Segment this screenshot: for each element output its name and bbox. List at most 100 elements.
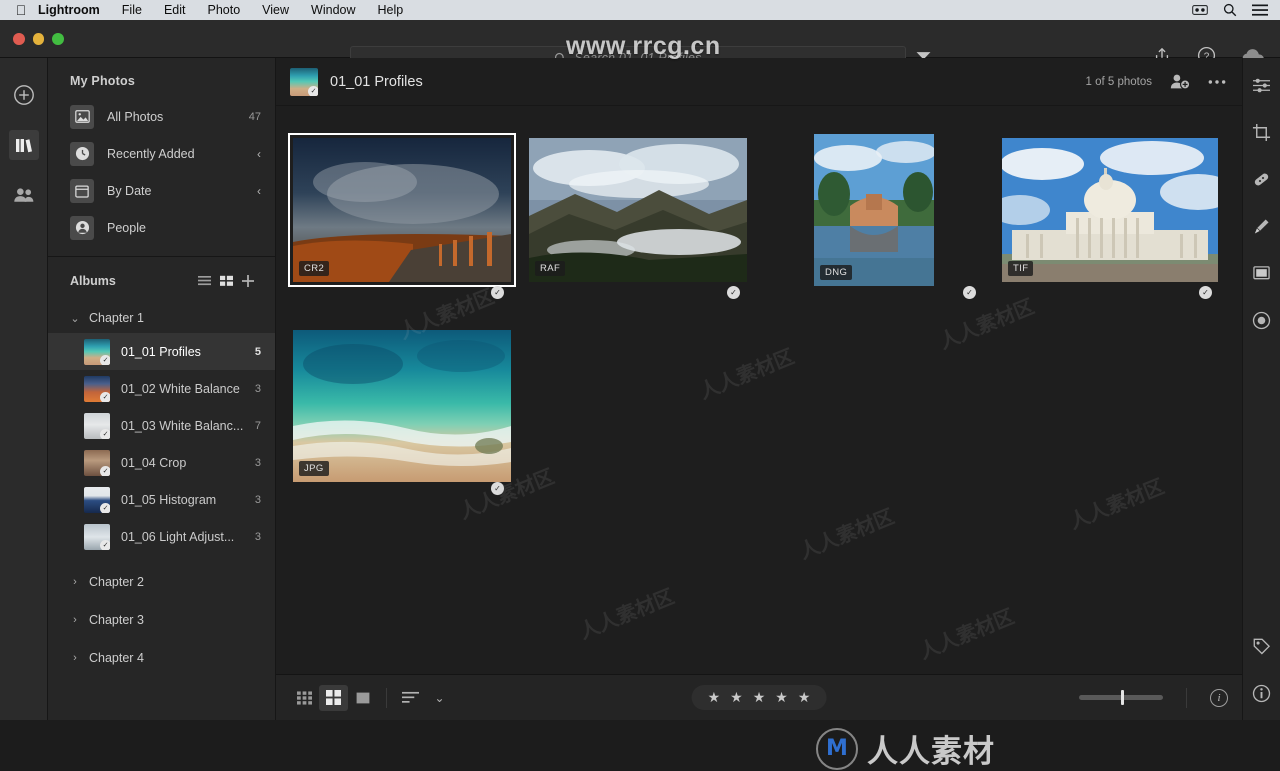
sync-check-icon: ✓: [963, 286, 976, 299]
grid-view-icon[interactable]: [215, 271, 237, 291]
menu-item-view[interactable]: View: [251, 0, 300, 20]
brush-icon: [1254, 218, 1269, 234]
apple-menu-icon[interactable]: : [8, 3, 34, 17]
control-center-icon[interactable]: [1252, 3, 1268, 17]
albums-tree: ⌄ Chapter 1 ✓ 01_01 Profiles 5 ✓ 01_02 W…: [48, 303, 275, 720]
photo-thumbnail-tif[interactable]: TIF: [1002, 138, 1218, 282]
sidebar-item-people[interactable]: People: [48, 209, 275, 246]
photo-cell[interactable]: RAF ✓: [520, 114, 756, 306]
sync-badge: ✓: [308, 85, 318, 96]
display-icon[interactable]: [1192, 3, 1208, 17]
menu-item-photo[interactable]: Photo: [197, 0, 252, 20]
file-type-badge: TIF: [1008, 261, 1034, 276]
site-watermark: M 人人素材: [816, 726, 995, 771]
sort-dropdown-button[interactable]: ⌄: [425, 685, 454, 711]
chevron-left-icon[interactable]: ‹: [257, 147, 261, 161]
minimize-button[interactable]: [32, 32, 45, 45]
album-thumbnail: ✓: [84, 486, 110, 513]
close-button[interactable]: [13, 32, 25, 45]
tree-chapter-2[interactable]: › Chapter 2: [48, 567, 275, 597]
tree-chapter-4[interactable]: › Chapter 4: [48, 643, 275, 673]
masking-button[interactable]: [1249, 260, 1275, 286]
detail-view-button[interactable]: [348, 685, 377, 711]
menu-item-lightroom[interactable]: Lightroom: [34, 0, 111, 20]
sidebar-item-recently-added[interactable]: Recently Added ‹: [48, 135, 275, 172]
sync-badge: ✓: [100, 354, 110, 365]
star-rating-filter[interactable]: ★ ★ ★ ★ ★: [691, 685, 827, 710]
tree-chapter-1[interactable]: ⌄ Chapter 1: [48, 303, 275, 333]
brush-button[interactable]: [1249, 213, 1275, 239]
album-count: 5: [254, 345, 261, 358]
album-item-01-04-crop[interactable]: ✓ 01_04 Crop 3: [48, 444, 275, 481]
photo-thumbnail-dng[interactable]: DNG: [814, 134, 934, 286]
photo-thumbnail-cr2[interactable]: CR2: [288, 133, 516, 287]
grid-view-button[interactable]: [319, 684, 348, 711]
search-icon[interactable]: [1222, 3, 1238, 17]
photo-cell[interactable]: DNG ✓: [756, 114, 992, 306]
library-button[interactable]: [8, 130, 39, 160]
photo-cell[interactable]: CR2 ✓: [284, 114, 520, 306]
add-photos-button[interactable]: [9, 80, 39, 110]
photo-cell[interactable]: TIF ✓: [992, 114, 1228, 306]
compact-grid-view-button[interactable]: [290, 685, 319, 711]
tree-chapter-3[interactable]: › Chapter 3: [48, 605, 275, 635]
photo-image: [293, 330, 511, 482]
crop-button[interactable]: [1249, 119, 1275, 145]
albums-title: Albums: [70, 274, 116, 288]
photo-thumbnail-jpg[interactable]: JPG: [293, 330, 511, 482]
album-item-01-02-white-balance[interactable]: ✓ 01_02 White Balance 3: [48, 370, 275, 407]
my-photos-title: My Photos: [70, 74, 135, 88]
photo-cell[interactable]: JPG ✓: [284, 306, 520, 506]
sidebar-item-by-date[interactable]: By Date ‹: [48, 172, 275, 209]
star-3[interactable]: ★: [753, 689, 766, 706]
chevron-right-icon: ›: [73, 652, 77, 664]
album-count: 3: [254, 530, 261, 543]
star-4[interactable]: ★: [775, 689, 788, 706]
chevron-right-icon: ›: [73, 576, 77, 588]
edit-sliders-button[interactable]: [1249, 72, 1275, 98]
chevron-left-icon[interactable]: ‹: [257, 184, 261, 198]
macos-menu-bar:  Lightroom File Edit Photo View Window …: [0, 0, 1280, 20]
thumbnail-size-slider[interactable]: [1079, 690, 1163, 705]
sidebar-item-label: All Photos: [107, 109, 164, 124]
more-options-icon[interactable]: [1208, 79, 1226, 85]
zoom-button[interactable]: [52, 32, 65, 45]
sliders-icon: [1253, 78, 1270, 92]
main-content: ✓ 01_01 Profiles 1 of 5 photos CR2 ✓ RAF…: [276, 58, 1242, 770]
people-button[interactable]: [9, 180, 39, 210]
sidebar-item-all-photos[interactable]: All Photos 47: [48, 98, 275, 135]
star-1[interactable]: ★: [708, 689, 721, 706]
info-button[interactable]: i: [1210, 688, 1228, 707]
album-item-01-01-profiles[interactable]: ✓ 01_01 Profiles 5: [48, 333, 275, 370]
menu-item-edit[interactable]: Edit: [153, 0, 197, 20]
left-sidebar: My Photos All Photos 47 Recently Added ‹…: [48, 58, 276, 720]
star-5[interactable]: ★: [798, 689, 811, 706]
sort-button[interactable]: [396, 685, 425, 711]
menu-item-window[interactable]: Window: [300, 0, 366, 20]
radial-gradient-button[interactable]: [1249, 307, 1275, 333]
healing-button[interactable]: [1249, 166, 1275, 192]
add-person-icon[interactable]: [1170, 73, 1190, 90]
menu-item-help[interactable]: Help: [367, 0, 415, 20]
album-count: 3: [254, 456, 261, 469]
menu-item-file[interactable]: File: [111, 0, 153, 20]
chapter-label: Chapter 3: [89, 613, 144, 627]
chapter-label: Chapter 4: [89, 651, 144, 665]
slider-knob[interactable]: [1121, 690, 1124, 705]
info-panel-button[interactable]: [1249, 680, 1275, 706]
lightroom-window: Search 01_01 Profiles ? www.rrcg.cn: [0, 20, 1280, 770]
album-item-01-05-histogram[interactable]: ✓ 01_05 Histogram 3: [48, 481, 275, 518]
add-album-icon[interactable]: [237, 271, 259, 291]
album-label: 01_03 White Balanc...: [121, 418, 244, 433]
album-item-01-06-light-adjust[interactable]: ✓ 01_06 Light Adjust... 3: [48, 518, 275, 555]
grid-icon: [326, 690, 341, 705]
list-view-icon[interactable]: [193, 271, 215, 291]
window-controls[interactable]: [0, 32, 65, 45]
album-label: 01_02 White Balance: [121, 381, 240, 396]
photo-thumbnail-raf[interactable]: RAF: [529, 138, 747, 282]
album-item-01-03-white-balance[interactable]: ✓ 01_03 White Balanc... 7: [48, 407, 275, 444]
star-2[interactable]: ★: [730, 689, 743, 706]
chapter-label: Chapter 1: [89, 311, 144, 325]
tag-icon: [1253, 638, 1271, 654]
keywords-button[interactable]: [1249, 633, 1275, 659]
